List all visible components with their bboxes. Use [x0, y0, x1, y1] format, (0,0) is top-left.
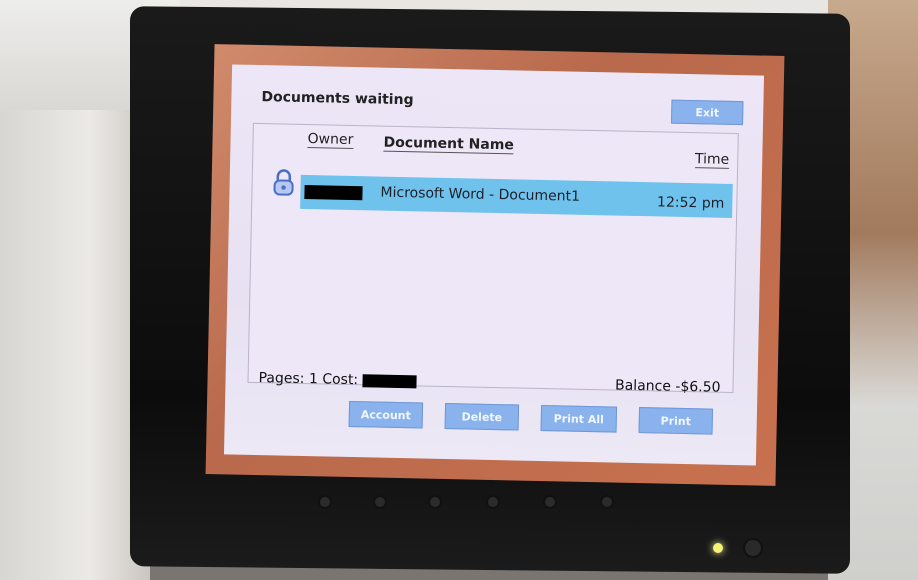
power-led [713, 543, 723, 553]
bezel-button-2[interactable] [375, 497, 385, 507]
delete-button[interactable]: Delete [444, 402, 520, 431]
power-button[interactable] [745, 540, 761, 556]
page-title: Documents waiting [261, 89, 414, 109]
bezel-buttons [320, 497, 680, 527]
bezel-button-3[interactable] [430, 497, 440, 507]
column-header-owner[interactable]: Owner [307, 131, 354, 150]
cost-redacted [361, 373, 417, 388]
time-cell: 12:52 pm [656, 194, 725, 212]
document-name-cell: Microsoft Word - Document1 [380, 184, 581, 205]
kiosk-screen: Documents waiting Exit Owner Document Na… [205, 44, 785, 486]
background-printer [0, 110, 150, 580]
bezel-button-1[interactable] [320, 497, 330, 507]
account-button[interactable]: Account [348, 400, 424, 429]
print-all-button[interactable]: Print All [540, 404, 618, 433]
column-header-document-name[interactable]: Document Name [383, 134, 515, 155]
bezel-button-4[interactable] [488, 497, 498, 507]
owner-redacted [304, 184, 363, 201]
exit-button[interactable]: Exit [670, 99, 744, 126]
table-row[interactable]: Microsoft Word - Document1 12:52 pm [300, 174, 733, 218]
column-header-time[interactable]: Time [694, 151, 730, 169]
documents-list: Owner Document Name Time Microsoft Word … [247, 122, 739, 396]
print-button[interactable]: Print [638, 407, 714, 435]
balance-label: Balance -$6.50 [614, 377, 721, 396]
lock-icon [273, 169, 294, 196]
bezel-button-6[interactable] [602, 497, 612, 507]
pages-cost-summary: Pages: 1 Cost: [258, 370, 417, 389]
bezel-button-5[interactable] [545, 497, 555, 507]
pages-cost-label: Pages: 1 Cost: [258, 370, 359, 389]
